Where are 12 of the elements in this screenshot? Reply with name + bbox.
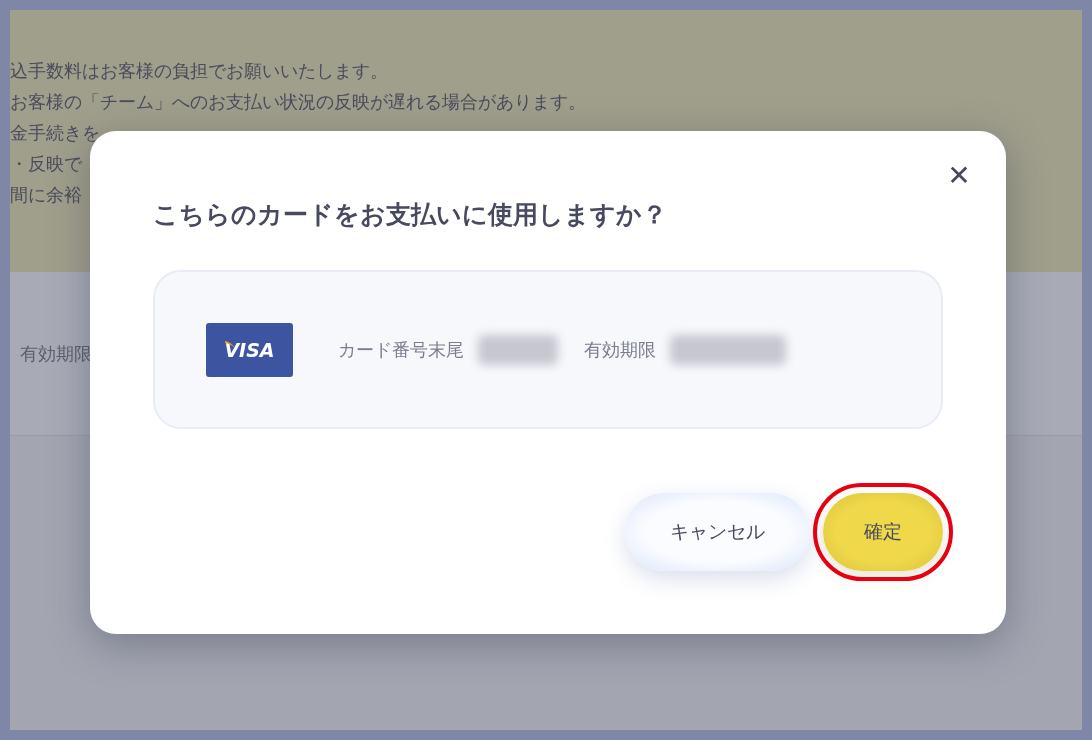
expiry-label: 有効期限 [584, 337, 656, 362]
notice-text: 込手数料はお客様の負担でお願いいたします。 [10, 59, 388, 83]
dialog-title: こちらのカードをお支払いに使用しますか？ [153, 199, 667, 231]
card-number-label: カード番号末尾 [338, 337, 464, 362]
notice-text: 金手続きを [10, 121, 100, 145]
notice-text: 間に余裕 [10, 183, 82, 207]
close-button[interactable]: ✕ [942, 159, 976, 193]
card-brand-logo: VISA [206, 322, 293, 377]
cancel-button[interactable]: キャンセル [625, 493, 810, 571]
notice-text: お客様の「チーム」へのお支払い状況の反映が遅れる場合があります。 [10, 90, 586, 114]
notice-text: ・反映で [10, 152, 82, 176]
row-label: 有効期限 [20, 341, 92, 366]
